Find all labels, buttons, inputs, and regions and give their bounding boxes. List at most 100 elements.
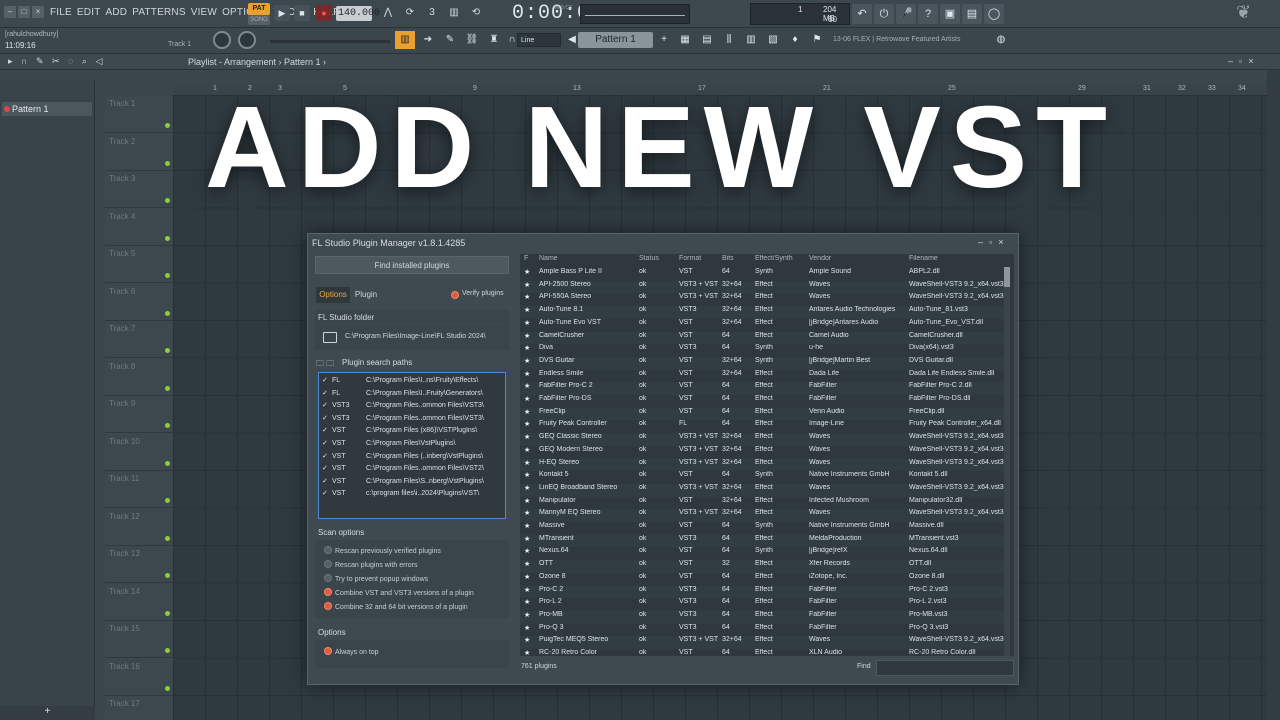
search-path-row[interactable]: ✓ VST C:\Program Files (..inberg\VstPlugin…: [322, 452, 483, 460]
undo-icon[interactable]: ↶: [852, 4, 872, 24]
plugin-row[interactable]: ★ Pro-L 2 ok VST3 64 Effect FabFilter Pro-L 2.v…: [520, 598, 1004, 611]
master-volume-knob[interactable]: [213, 31, 231, 49]
picker-pattern-item[interactable]: Pattern 1: [2, 102, 92, 116]
favorite-star-icon[interactable]: ★: [524, 547, 530, 555]
plugin-row[interactable]: ★ Auto-Tune Evo VST ok VST 32+64 Effect [jBrid…: [520, 319, 1004, 332]
save-icon[interactable]: ▣: [940, 4, 960, 24]
track-header[interactable]: Track 7: [105, 321, 173, 358]
track-mute-led[interactable]: [165, 123, 170, 128]
track-mute-led[interactable]: [165, 385, 170, 391]
search-path-row[interactable]: ✓ VST3 C:\Program Files..ommon Files\VST3\: [322, 401, 484, 409]
track-header[interactable]: Track 1: [105, 96, 173, 133]
track-mute-led[interactable]: [165, 235, 170, 241]
loop-record-icon[interactable]: ⟲: [466, 5, 486, 21]
checkbox-icon[interactable]: ✓: [322, 477, 332, 485]
favorite-star-icon[interactable]: ★: [524, 344, 530, 352]
track-header[interactable]: Track 14: [105, 584, 173, 621]
restore-icon[interactable]: □: [18, 6, 30, 18]
song-mode-toggle[interactable]: SONG: [248, 15, 270, 25]
find-input[interactable]: [876, 660, 1014, 676]
track-mute-led[interactable]: [165, 273, 170, 278]
track-mute-led[interactable]: [165, 460, 170, 466]
plugin-row[interactable]: ★ FabFilter Pro-C 2 ok VST 64 Effect FabFilter…: [520, 382, 1004, 395]
plugin-row[interactable]: ★ Kontakt 5 ok VST 64 Synth Native Instruments…: [520, 471, 1004, 484]
search-path-row[interactable]: ✓ FL C:\Program Files\I..Fruity\Generators…: [322, 389, 483, 397]
step-edit-icon[interactable]: ▥: [444, 5, 464, 21]
plugin-row[interactable]: ★ Diva ok VST3 64 Synth u-he Diva(x64).vst3: [520, 344, 1004, 357]
minimize-icon[interactable]: –: [4, 6, 16, 18]
plugin-row[interactable]: ★ Fruity Peak Controller ok FL 64 Effect Image…: [520, 420, 1004, 433]
scan-option[interactable]: Rescan plugins with errors: [324, 560, 417, 569]
favorite-star-icon[interactable]: ★: [524, 395, 530, 403]
plugin-row[interactable]: ★ OTT ok VST 32 Effect Xfer Records OTT.dll: [520, 560, 1004, 573]
checkbox-icon[interactable]: ✓: [322, 439, 332, 447]
plugin-row[interactable]: ★ MTransient ok VST3 64 Effect MeldaProduction…: [520, 534, 1004, 548]
checkbox-icon[interactable]: ✓: [322, 414, 332, 422]
globe-icon[interactable]: ◍: [992, 31, 1010, 49]
piano-roll-icon[interactable]: ▤: [698, 31, 716, 49]
picker-add-button[interactable]: +: [0, 706, 95, 720]
column-header[interactable]: Format: [679, 255, 721, 262]
plugin-picker-icon[interactable]: ♦: [786, 31, 804, 49]
verify-plugins-radio[interactable]: [451, 291, 459, 299]
wait-input-icon[interactable]: ⟳: [400, 5, 420, 21]
master-pitch-knob[interactable]: [238, 31, 256, 49]
find-installed-plugins-button[interactable]: Find installed plugins: [315, 256, 509, 274]
track-header[interactable]: Track 11: [105, 471, 173, 508]
plugin-row[interactable]: ★ API-2500 Stereo ok VST3 + VST 32+64 Effect W…: [520, 280, 1004, 294]
search-path-row[interactable]: ✓ FL C:\Program Files\I..ns\Fruity\Effects…: [322, 376, 478, 384]
search-path-row[interactable]: ✓ VST3 C:\Program Files..ommon Files\VST3\: [322, 414, 484, 422]
playlist-icon[interactable]: ▦: [676, 31, 694, 49]
column-header[interactable]: Vendor: [809, 255, 907, 262]
plugin-row[interactable]: ★ CamelCrusher ok VST 64 Effect Camel Audio Cam…: [520, 331, 1004, 345]
track-header[interactable]: Track 2: [105, 134, 173, 171]
track-header[interactable]: Track 3: [105, 171, 173, 208]
mixer-icon[interactable]: ⫼: [720, 31, 738, 49]
favorite-star-icon[interactable]: ★: [524, 471, 530, 479]
track-mute-led[interactable]: [165, 685, 170, 691]
track-mute-led[interactable]: [165, 498, 170, 503]
plugin-row[interactable]: ★ MannyM EQ Stereo ok VST3 + VST 32+64 Effect…: [520, 509, 1004, 522]
checkbox-icon[interactable]: ✓: [322, 426, 332, 434]
plugin-row[interactable]: ★ Massive ok VST 64 Synth Native Instruments G…: [520, 522, 1004, 535]
favorite-star-icon[interactable]: ★: [524, 370, 530, 378]
master-pitch-slider[interactable]: [270, 40, 390, 43]
typing-keyboard-icon[interactable]: ▥: [395, 31, 415, 49]
favorite-star-icon[interactable]: ★: [524, 382, 530, 390]
metronome-icon[interactable]: ⋀: [378, 5, 398, 21]
plugin-row[interactable]: ★ Ample Bass P Lite II ok VST 64 Synth Ample S…: [520, 268, 1004, 281]
scan-option-radio[interactable]: [324, 560, 332, 568]
track-mute-led[interactable]: [165, 573, 170, 578]
track-header[interactable]: Track 13: [105, 546, 173, 583]
checkbox-icon[interactable]: ✓: [322, 401, 332, 409]
favorite-star-icon[interactable]: ★: [524, 332, 530, 340]
favorite-star-icon[interactable]: ★: [524, 459, 530, 467]
favorite-star-icon[interactable]: ★: [524, 281, 530, 289]
playlist-window-controls[interactable]: –▫×: [1228, 56, 1259, 66]
power-icon[interactable]: ⏻: [874, 4, 894, 24]
track-header[interactable]: Track 5: [105, 246, 173, 283]
plugin-row[interactable]: ★ Pro-MB ok VST3 64 Effect FabFilter Pro-MB.vst…: [520, 610, 1004, 624]
fl-folder-path[interactable]: C:\Program Files\Image-Line\FL Studio 20…: [345, 333, 486, 340]
channel-rack-icon[interactable]: ▥: [742, 31, 760, 49]
favorite-star-icon[interactable]: ★: [524, 433, 530, 441]
track-mute-led[interactable]: [165, 423, 170, 428]
folder-add-icon[interactable]: 🗀 🗀: [316, 358, 334, 372]
arrow-right-icon[interactable]: ➔: [419, 31, 437, 49]
scan-option-radio[interactable]: [324, 574, 332, 582]
favorite-star-icon[interactable]: ★: [524, 573, 530, 581]
news-ticker[interactable]: 13-06 FLEX | Retrowave Featured Artists: [833, 33, 1018, 47]
search-path-row[interactable]: ✓ VST c:\program files\i..2024\Plugins\VST…: [322, 489, 479, 497]
scan-option-radio[interactable]: [324, 588, 332, 596]
track-header[interactable]: Track 8: [105, 359, 173, 396]
column-header[interactable]: Effect/Synth: [755, 255, 807, 262]
plugin-row[interactable]: ★ GEQ Modern Stereo ok VST3 + VST 32+64 Effec…: [520, 446, 1004, 459]
column-header[interactable]: F: [524, 255, 536, 262]
search-path-row[interactable]: ✓ VST C:\Program Files\VstPlugins\: [322, 439, 455, 447]
column-header[interactable]: Filename: [909, 255, 1004, 262]
favorite-star-icon[interactable]: ★: [524, 649, 530, 657]
plugin-row[interactable]: ★ Ozone 8 ok VST 64 Effect iZotope, Inc. Ozone …: [520, 573, 1004, 586]
plugin-row[interactable]: ★ Pro-C 2 ok VST3 64 Effect FabFilter Pro-C 2.v…: [520, 585, 1004, 599]
track-header[interactable]: Track 10: [105, 434, 173, 471]
tempo-tapper-icon[interactable]: ⚑: [808, 31, 826, 49]
